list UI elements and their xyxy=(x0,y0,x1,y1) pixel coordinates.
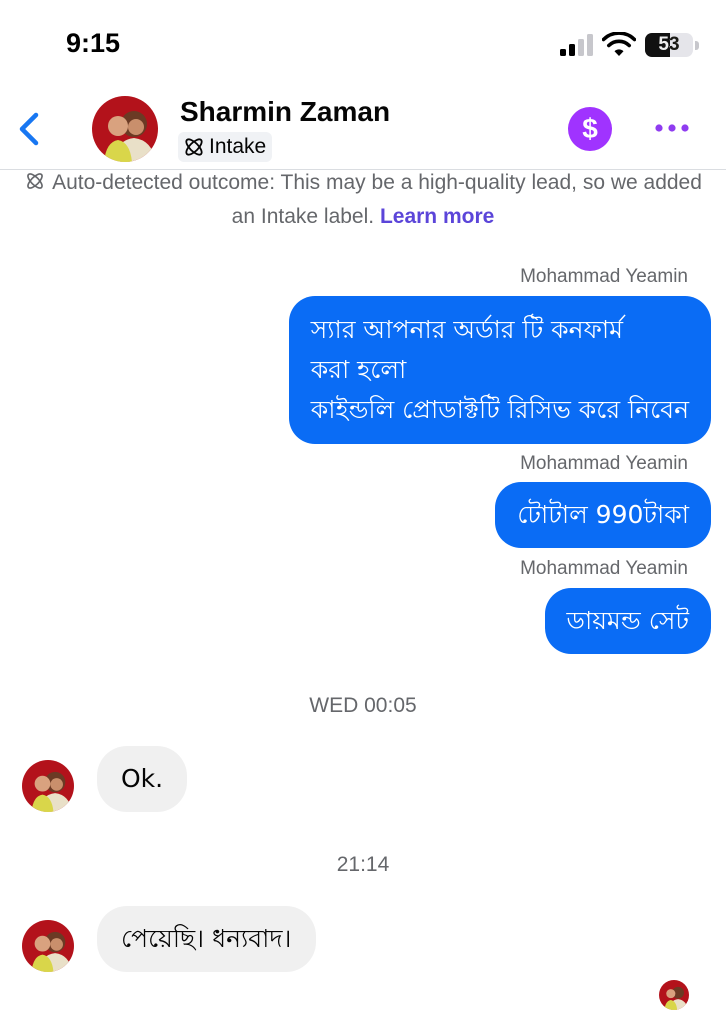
read-receipt-avatar xyxy=(659,980,689,1010)
outgoing-message-bubble[interactable]: ডায়মন্ড সেট xyxy=(544,588,711,654)
message-line: স্যার আপনার অর্ডার টি কনফার্ম xyxy=(310,315,623,344)
cellular-signal-icon xyxy=(560,34,593,56)
timestamp-divider: 21:14 xyxy=(336,853,390,876)
outgoing-message-bubble[interactable]: টোটাল 990টাকা xyxy=(495,482,711,548)
sender-name: Mohammad Yeamin xyxy=(520,558,688,579)
incoming-message-bubble[interactable]: পেয়েছি। ধন্যবাদ। xyxy=(97,906,316,972)
more-horizontal-icon[interactable] xyxy=(652,118,692,138)
back-button[interactable] xyxy=(10,106,50,152)
contact-avatar-small[interactable] xyxy=(22,760,74,812)
atom-icon xyxy=(185,138,203,156)
contact-photo xyxy=(659,980,689,1010)
messenger-thread: 9:15 53 Sharmin Zaman Intake $ Auto-dete… xyxy=(0,0,726,1024)
learn-more-link[interactable]: Learn more xyxy=(380,205,494,228)
status-time: 9:15 xyxy=(66,28,121,58)
payment-button[interactable]: $ xyxy=(568,107,612,151)
battery-cap xyxy=(695,41,699,50)
intake-label-chip[interactable]: Intake xyxy=(178,132,273,162)
contact-photo xyxy=(22,920,74,972)
contact-name[interactable]: Sharmin Zaman xyxy=(180,96,390,128)
contact-avatar[interactable] xyxy=(92,96,158,162)
sender-name: Mohammad Yeamin xyxy=(520,266,688,287)
contact-photo xyxy=(22,760,74,812)
notice-text: Auto-detected outcome: This may be a hig… xyxy=(52,171,702,228)
wifi-icon xyxy=(602,32,636,56)
incoming-message-bubble[interactable]: Ok. xyxy=(97,746,188,812)
outgoing-message-bubble[interactable]: স্যার আপনার অর্ডার টি কনফার্ম করা হলো কা… xyxy=(288,296,711,444)
timestamp-divider: WED 00:05 xyxy=(309,694,417,717)
battery-level: 53 xyxy=(658,34,680,55)
message-line: করা হলো xyxy=(310,355,407,384)
battery-indicator: 53 xyxy=(645,33,693,57)
label-chip-text: Intake xyxy=(209,135,267,158)
auto-detected-notice: Auto-detected outcome: This may be a hig… xyxy=(20,166,706,234)
message-line: ডায়মন্ড সেট xyxy=(566,606,689,635)
atom-icon xyxy=(27,173,43,189)
sender-name: Mohammad Yeamin xyxy=(520,453,688,474)
message-line: টোটাল 990টাকা xyxy=(517,500,689,529)
message-line: কাইন্ডলি প্রোডাক্টটি রিসিভ করে নিবেন xyxy=(310,395,689,424)
contact-avatar-small[interactable] xyxy=(22,920,74,972)
contact-photo xyxy=(92,96,158,162)
